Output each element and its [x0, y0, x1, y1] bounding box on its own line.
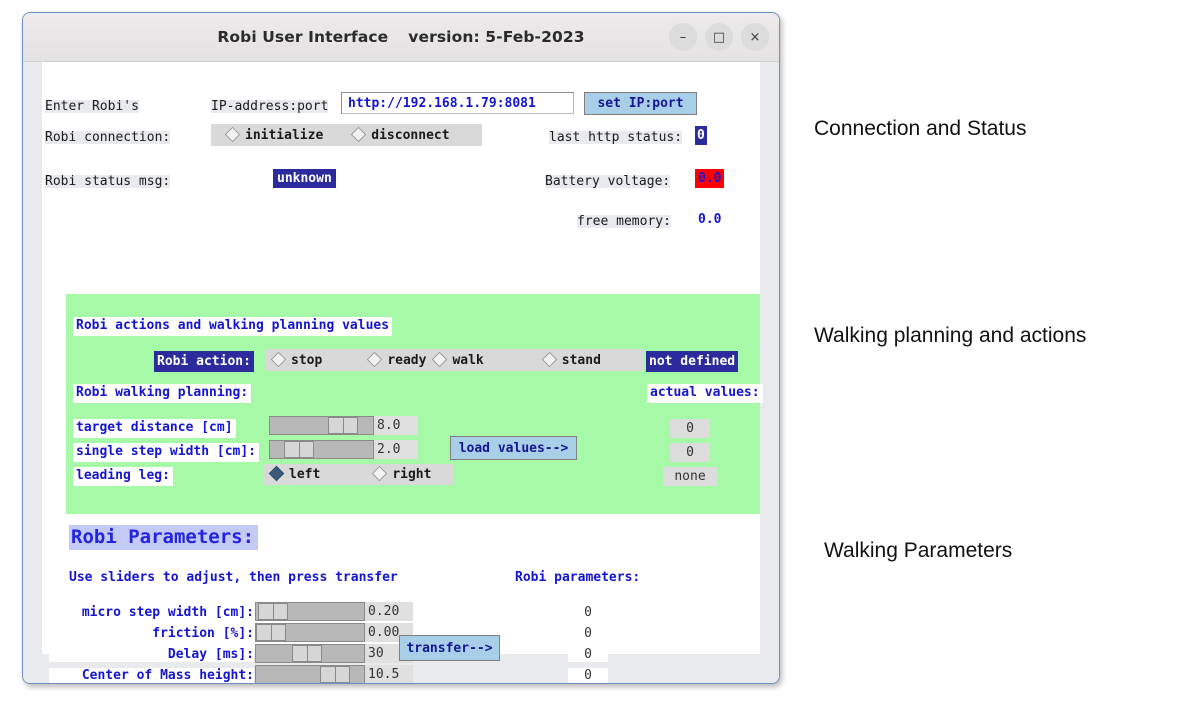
radio-walk-label: walk — [452, 352, 484, 368]
robi-status-msg-label: Robi status msg: — [45, 174, 171, 189]
battery-voltage-label: Battery voltage: — [545, 174, 671, 189]
delay-label: Delay [ms]: — [49, 647, 254, 662]
free-memory-value: 0.0 — [695, 210, 725, 229]
leading-leg-radio-group[interactable]: left right — [264, 464, 454, 485]
micro-step-width-actual: 0 — [568, 605, 608, 620]
window-title: Robi User Interface — [217, 28, 389, 46]
slider-knob[interactable] — [328, 417, 358, 434]
robi-action-state: not defined — [646, 351, 739, 372]
single-step-width-slider[interactable] — [269, 440, 374, 459]
robi-parameters-header: Robi parameters: — [515, 570, 641, 585]
slider-knob[interactable] — [284, 441, 314, 458]
window-controls: – □ × — [669, 23, 769, 51]
radio-diamond-selected-icon — [268, 465, 285, 482]
minimize-icon[interactable]: – — [669, 23, 697, 51]
radio-right-label: right — [392, 467, 432, 482]
robi-action-label: Robi action: — [154, 351, 254, 372]
ip-address-input[interactable]: http://192.168.1.79:8081 — [341, 92, 574, 114]
robi-connection-label: Robi connection: — [45, 130, 171, 145]
leading-leg-label: leading leg: — [73, 467, 173, 486]
radio-stop-label: stop — [291, 352, 323, 368]
radio-ready-label: ready — [387, 352, 427, 368]
robi-user-interface-window: Robi User Interface version: 5-Feb-2023 –… — [22, 12, 780, 684]
annotation-walking-planning-and-actions: Walking planning and actions — [814, 324, 1087, 347]
connection-radio-group[interactable]: initialize disconnect — [211, 124, 482, 146]
radio-diamond-icon — [270, 351, 287, 367]
radio-left-label: left — [289, 467, 321, 482]
radio-stand-label: stand — [561, 352, 601, 368]
radio-diamond-icon — [432, 351, 448, 367]
micro-step-width-label: micro step width [cm]: — [49, 605, 254, 620]
slider-knob[interactable] — [292, 645, 322, 662]
last-http-status-value: 0 — [695, 126, 707, 145]
annotation-connection-and-status: Connection and Status — [814, 117, 1027, 140]
friction-label: friction [%]: — [49, 626, 254, 641]
friction-actual: 0 — [568, 626, 608, 641]
center-of-mass-height-slider[interactable] — [255, 665, 365, 683]
radio-diamond-icon — [372, 465, 388, 482]
window-version: version: 5-Feb-2023 — [408, 28, 585, 46]
slider-knob[interactable] — [256, 624, 286, 641]
single-step-width-label: single step width [cm]: — [73, 443, 260, 462]
green-panel-title: Robi actions and walking planning values — [73, 317, 393, 336]
last-http-status-label: last http status: — [549, 130, 683, 145]
set-ip-port-button[interactable]: set IP:port — [584, 92, 697, 115]
walking-planning-panel: Robi actions and walking planning values… — [66, 294, 763, 514]
single-step-width-actual: 0 — [670, 443, 710, 462]
target-distance-actual: 0 — [670, 419, 710, 438]
ip-address-label: IP-address:port — [211, 99, 329, 114]
transfer-button[interactable]: transfer--> — [399, 635, 500, 661]
screenshot-root: Robi User Interface version: 5-Feb-2023 –… — [0, 0, 1187, 704]
radio-initialize-label: initialize — [245, 127, 324, 143]
actual-values-label: actual values: — [647, 384, 763, 403]
micro-step-width-value: 0.20 — [365, 602, 413, 621]
load-values-button[interactable]: load values--> — [450, 436, 577, 460]
walking-planning-label: Robi walking planning: — [73, 384, 252, 403]
enter-robi-label: Enter Robi's — [45, 99, 139, 114]
close-icon[interactable]: × — [741, 23, 769, 51]
radio-diamond-icon — [224, 126, 241, 142]
radio-ready[interactable]: ready — [367, 351, 427, 368]
parameters-hint: Use sliders to adjust, then press transf… — [69, 570, 398, 585]
radio-stand[interactable]: stand — [541, 351, 601, 368]
radio-left[interactable]: left — [268, 465, 321, 482]
free-memory-label: free memory: — [577, 214, 671, 229]
title-bar: Robi User Interface version: 5-Feb-2023 –… — [23, 13, 779, 62]
radio-disconnect[interactable]: disconnect — [351, 126, 450, 143]
delay-actual: 0 — [568, 647, 608, 662]
radio-diamond-icon — [351, 126, 367, 142]
target-distance-slider[interactable] — [269, 416, 374, 435]
single-step-width-value: 2.0 — [374, 440, 418, 459]
leading-leg-actual: none — [663, 467, 717, 486]
slider-knob[interactable] — [320, 666, 350, 683]
window-content: Enter Robi's IP-address:port http://192.… — [23, 62, 779, 683]
target-distance-value: 8.0 — [374, 416, 418, 435]
robi-action-radio-group[interactable]: stop ready walk stand — [265, 349, 644, 371]
target-distance-label: target distance [cm] — [73, 419, 236, 438]
radio-diamond-icon — [541, 351, 558, 367]
window-title-group: Robi User Interface version: 5-Feb-2023 — [217, 28, 584, 46]
radio-walk[interactable]: walk — [432, 351, 484, 368]
annotation-walking-parameters: Walking Parameters — [824, 539, 1013, 562]
slider-knob[interactable] — [258, 603, 288, 620]
center-of-mass-height-value: 10.5 — [365, 665, 413, 683]
radio-disconnect-label: disconnect — [371, 127, 450, 143]
delay-slider[interactable] — [255, 644, 365, 663]
center-of-mass-height-label: Center of Mass height: — [49, 668, 254, 683]
radio-stop[interactable]: stop — [270, 351, 323, 368]
micro-step-width-slider[interactable] — [255, 602, 365, 621]
robi-status-msg-value: unknown — [273, 169, 336, 188]
radio-diamond-icon — [367, 351, 383, 367]
friction-slider[interactable] — [255, 623, 365, 642]
battery-voltage-value: 0.0 — [695, 169, 725, 188]
radio-initialize[interactable]: initialize — [224, 126, 324, 143]
radio-right[interactable]: right — [372, 465, 432, 482]
center-of-mass-height-actual: 0 — [568, 668, 608, 683]
robi-parameters-heading: Robi Parameters: — [69, 525, 259, 550]
maximize-icon[interactable]: □ — [705, 23, 733, 51]
